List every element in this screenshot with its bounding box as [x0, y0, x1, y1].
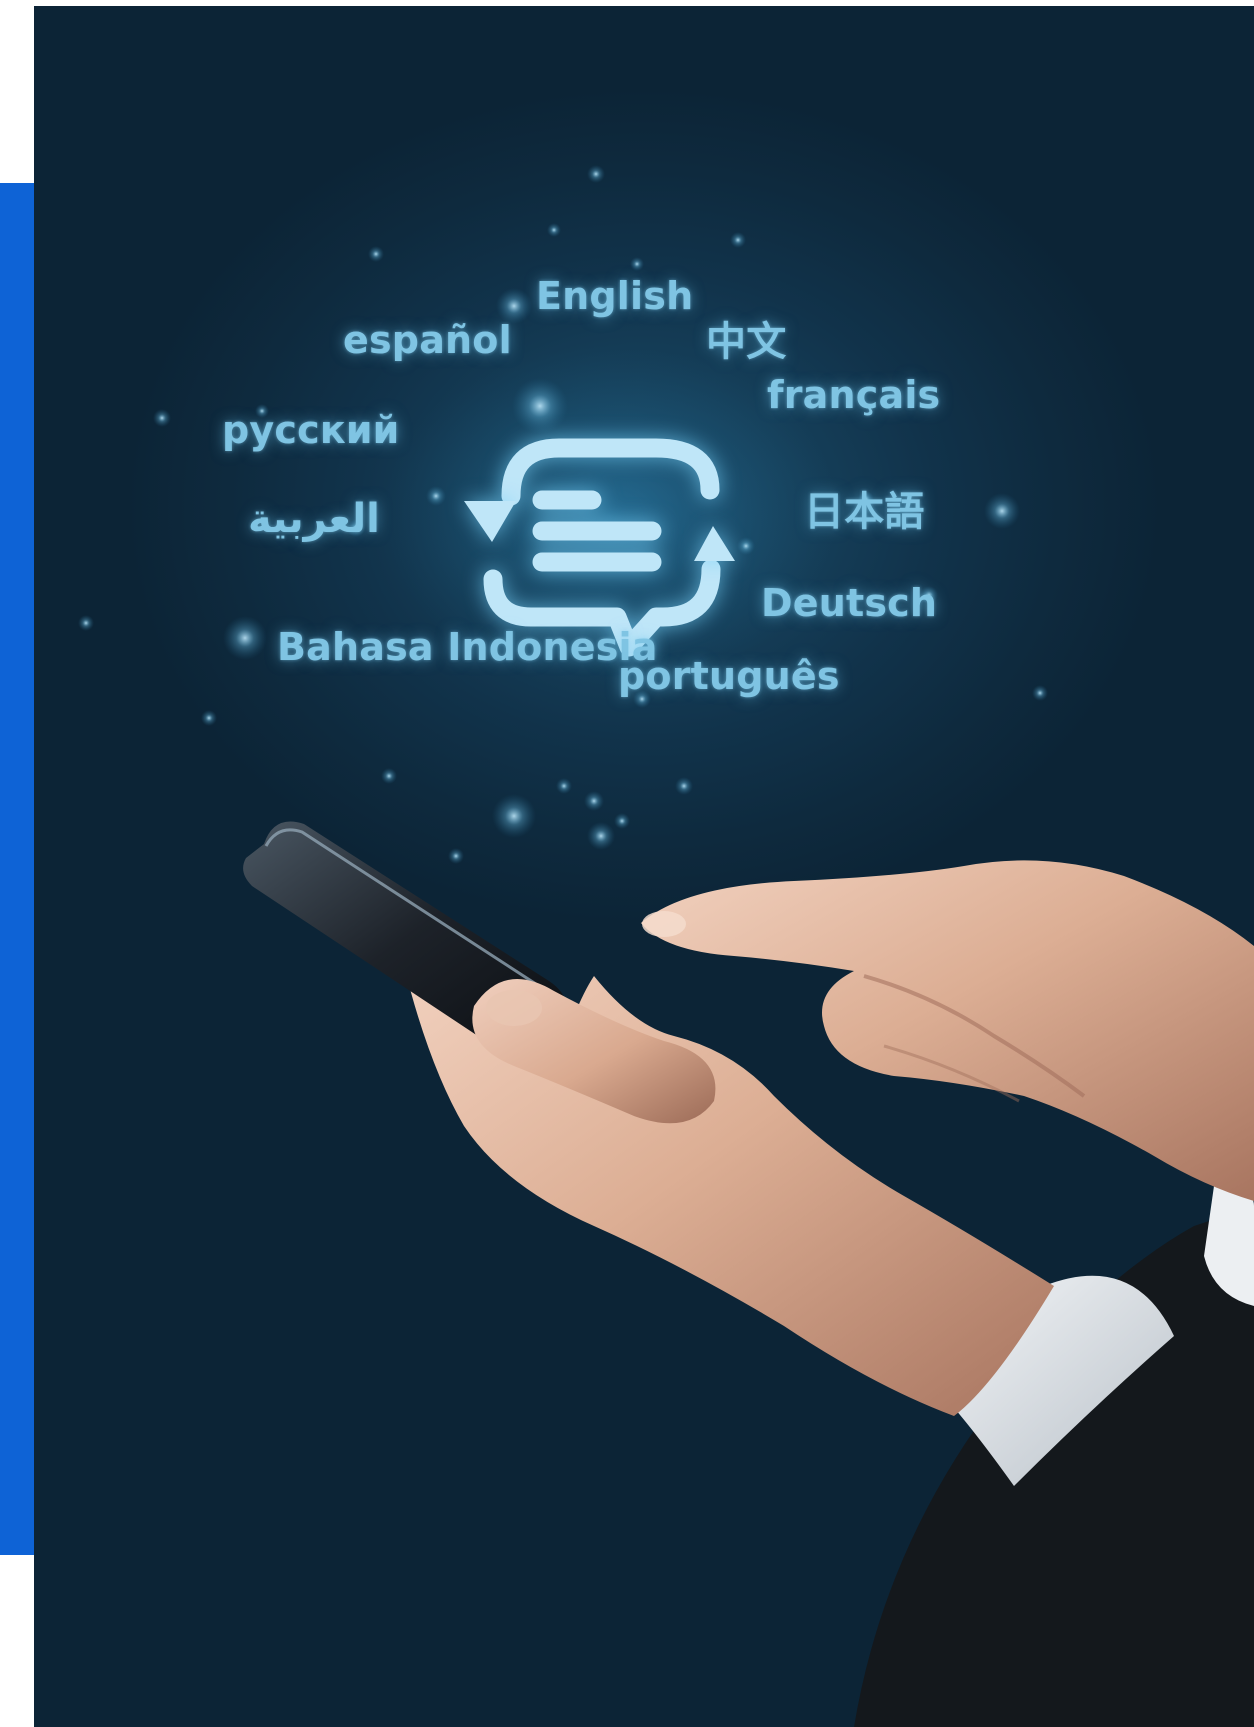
photo: English español 中文 français русский العر… [34, 6, 1254, 1727]
language-label-english: English [536, 274, 694, 318]
language-label-indonesian: Bahasa Indonesia [277, 625, 658, 669]
language-label-french: français [767, 373, 941, 417]
language-label-russian: русский [222, 408, 400, 452]
language-label-arabic: العربية [248, 496, 380, 542]
language-label-spanish: español [343, 318, 512, 362]
language-label-japanese: 日本語 [804, 489, 925, 535]
photo-illustration [78, 165, 1254, 1727]
language-label-portuguese: português [618, 654, 840, 698]
accent-bar [0, 183, 34, 1555]
language-label-german: Deutsch [761, 581, 938, 625]
language-label-chinese: 中文 [706, 319, 787, 365]
